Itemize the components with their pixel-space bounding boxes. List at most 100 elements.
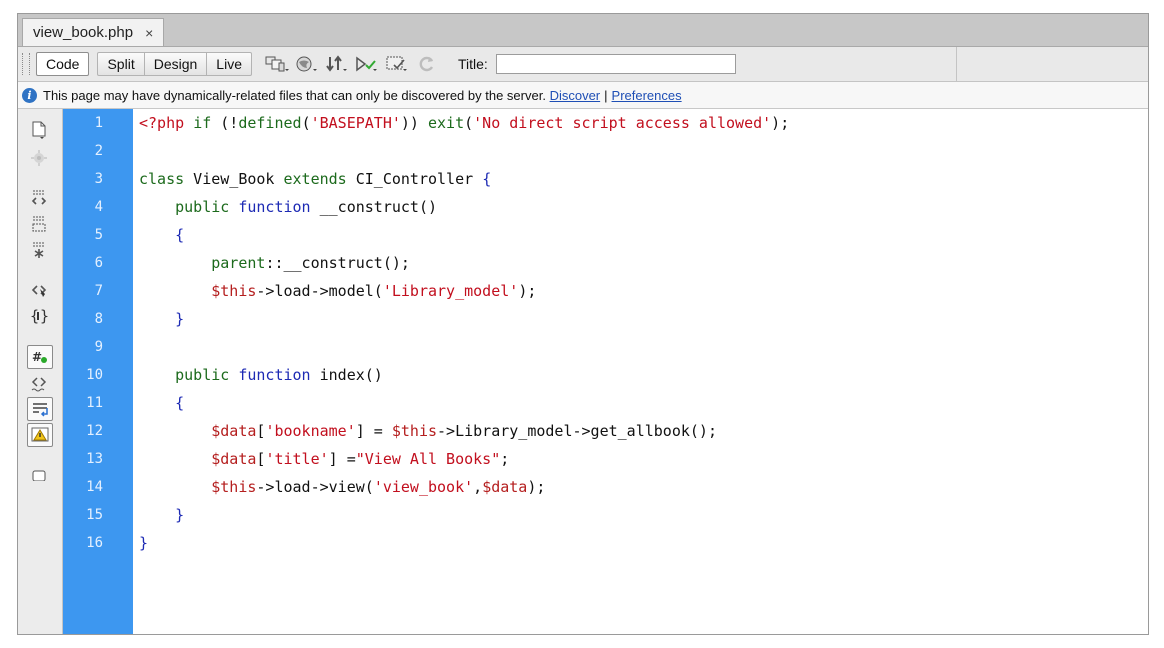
expand-all-icon[interactable] — [27, 239, 51, 261]
code-token: { — [175, 394, 185, 412]
info-icon: i — [22, 87, 37, 103]
show-code-navigator-icon[interactable] — [27, 147, 51, 169]
title-field[interactable] — [495, 54, 736, 74]
w3c-validation-icon[interactable] — [354, 52, 380, 76]
design-view-button[interactable]: Design — [144, 52, 208, 76]
line-numbers-icon[interactable]: # — [27, 345, 53, 369]
code-token: ->load->view( — [256, 478, 374, 496]
select-parent-tag-icon[interactable] — [27, 279, 51, 301]
preferences-link[interactable]: Preferences — [612, 88, 682, 103]
open-documents-icon[interactable] — [27, 119, 51, 141]
code-line: $this->load->model('Library_model'); — [139, 281, 536, 301]
code-token: CI_Controller — [346, 170, 483, 188]
code-line: } — [139, 533, 148, 553]
code-token: 'No direct script access allowed' — [473, 114, 772, 132]
tab-label: view_book.php — [33, 24, 134, 41]
code-token: ); — [518, 282, 537, 300]
live-view-button[interactable]: Live — [207, 52, 252, 76]
line-number: 13 — [86, 451, 103, 467]
split-view-button[interactable]: Split — [97, 52, 145, 76]
coding-toolbar: {} # — [18, 109, 63, 634]
code-token: (! — [211, 114, 239, 132]
line-number: 14 — [86, 479, 103, 495]
line-number: 9 — [94, 339, 103, 355]
document-tab[interactable]: view_book.php × — [22, 18, 165, 46]
discover-link[interactable]: Discover — [550, 88, 601, 103]
code-token: 'Library_model' — [382, 282, 519, 300]
code-token: if — [193, 114, 212, 132]
word-wrap-icon[interactable] — [27, 397, 53, 421]
code-token: public — [175, 198, 230, 216]
code-token: function — [238, 366, 311, 384]
code-line: $this->load->view('view_book',$data); — [139, 477, 545, 497]
line-number: 3 — [94, 171, 103, 187]
collapse-full-tag-icon[interactable] — [27, 187, 51, 209]
editor-window: view_book.php × Code Split Design Live T… — [17, 13, 1149, 635]
code-token: ( — [301, 114, 311, 132]
code-token: , — [473, 478, 483, 496]
code-token: ); — [771, 114, 790, 132]
code-token: defined — [238, 114, 302, 132]
visual-aids-icon[interactable] — [384, 52, 410, 76]
code-token: } — [175, 310, 185, 328]
refresh-icon[interactable] — [414, 52, 440, 76]
line-number: 10 — [86, 367, 103, 383]
document-toolbar: Code Split Design Live Title: — [18, 47, 1148, 82]
code-token: __construct() — [310, 198, 438, 216]
document-tab-bar: view_book.php × — [18, 14, 1148, 47]
code-token: <?php — [139, 114, 194, 132]
multiscreen-icon[interactable] — [264, 52, 290, 76]
code-token: $this — [211, 478, 257, 496]
more-icon[interactable] — [27, 461, 51, 483]
code-line: $data['bookname'] = $this->Library_model… — [139, 421, 717, 441]
code-line: class View_Book extends CI_Controller { — [139, 169, 491, 189]
code-token: $data — [211, 450, 257, 468]
line-number-gutter: 1 2 3 4 5 6 7 8 9 10 11 12 13 14 15 16 — [63, 109, 133, 634]
code-line: public function __construct() — [139, 197, 437, 217]
balance-braces-icon[interactable]: {} — [27, 305, 51, 327]
code-token: } — [175, 506, 185, 524]
line-number: 6 — [94, 255, 103, 271]
line-number: 7 — [94, 283, 103, 299]
syntax-error-alerts-icon[interactable] — [27, 423, 53, 447]
code-token: 'view_book' — [373, 478, 474, 496]
code-token: public — [175, 366, 230, 384]
highlight-invalid-code-icon[interactable] — [27, 373, 51, 395]
line-number: 2 — [94, 143, 103, 159]
info-message: This page may have dynamically-related f… — [43, 87, 546, 103]
line-number: 1 — [94, 115, 103, 131]
code-area[interactable]: <?php if (!defined('BASEPATH')) exit('No… — [133, 109, 1148, 634]
code-token: exit — [428, 114, 465, 132]
code-token: parent — [211, 254, 266, 272]
preview-browser-icon[interactable] — [294, 52, 320, 76]
code-token: ] = — [355, 422, 392, 440]
code-token: ] = — [328, 450, 356, 468]
code-token: ->Library_model->get_allbook(); — [437, 422, 717, 440]
toolbar-grip[interactable] — [22, 53, 30, 75]
code-token: { — [482, 170, 492, 188]
code-line: } — [139, 505, 184, 525]
title-label: Title: — [457, 56, 488, 72]
close-tab-icon[interactable]: × — [145, 25, 153, 41]
line-number: 8 — [94, 311, 103, 327]
file-management-icon[interactable] — [324, 52, 350, 76]
code-line: public function index() — [139, 365, 383, 385]
code-line: parent::__construct(); — [139, 253, 410, 273]
code-view-button[interactable]: Code — [36, 52, 90, 76]
line-number: 11 — [86, 395, 103, 411]
code-token: ); — [527, 478, 546, 496]
collapse-selection-icon[interactable] — [27, 213, 51, 235]
code-token: index() — [310, 366, 383, 384]
code-token: } — [139, 534, 149, 552]
code-token: ->load->model( — [256, 282, 383, 300]
code-line: { — [139, 225, 184, 245]
